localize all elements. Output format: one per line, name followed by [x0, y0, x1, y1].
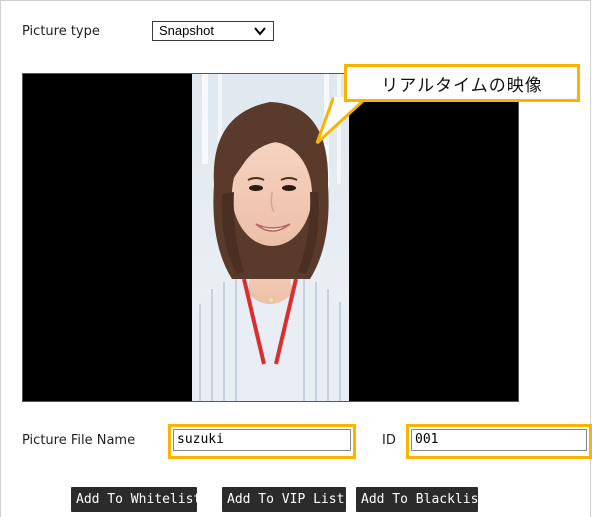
picture-type-value: Snapshot: [159, 23, 214, 38]
add-to-whitelist-button[interactable]: Add To Whitelist: [71, 487, 201, 512]
add-to-vip-list-button[interactable]: Add To VIP List: [222, 487, 346, 512]
callout-pointer: [315, 97, 369, 145]
picture-type-select[interactable]: Snapshot: [152, 21, 274, 41]
add-to-blacklist-button[interactable]: Add To Blacklist: [356, 487, 486, 512]
id-label: ID: [382, 433, 396, 448]
enrollment-panel: Picture type Snapshot リアルタイムの映像 Picture …: [0, 0, 592, 517]
picture-file-name-label: Picture File Name: [22, 433, 136, 448]
id-input[interactable]: 001: [411, 429, 587, 451]
live-video-callout: リアルタイムの映像: [344, 64, 580, 102]
picture-file-name-input[interactable]: suzuki: [173, 429, 351, 451]
chevron-down-icon: [254, 27, 266, 36]
picture-type-label: Picture type: [22, 24, 100, 39]
live-video-view: [22, 73, 519, 402]
